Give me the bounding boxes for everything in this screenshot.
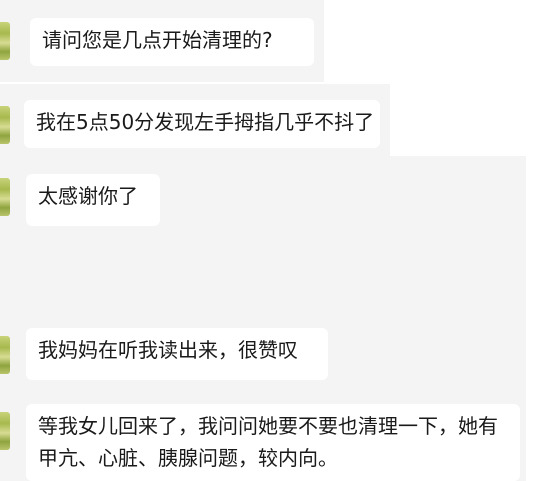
sender-avatar[interactable] (0, 336, 10, 374)
chat-screenshot: 请问您是几点开始清理的? 我在5点50分发现左手拇指几乎不抖了 太感谢你了 我妈… (0, 0, 542, 481)
sender-avatar[interactable] (0, 106, 10, 144)
message-bubble[interactable]: 请问您是几点开始清理的? (30, 18, 314, 66)
sender-avatar[interactable] (0, 178, 10, 216)
message-bubble[interactable]: 太感谢你了 (26, 174, 160, 226)
message-bubble[interactable]: 我在5点50分发现左手拇指几乎不抖了 (24, 100, 380, 148)
message-bubble[interactable]: 等我女儿回来了，我问问她要不要也清理一下，她有甲亢、心脏、胰腺问题，较内向。 (26, 404, 520, 481)
sender-avatar[interactable] (0, 22, 10, 60)
message-bubble[interactable]: 我妈妈在听我读出来，很赞叹 (26, 328, 328, 380)
sender-avatar[interactable] (0, 412, 10, 450)
